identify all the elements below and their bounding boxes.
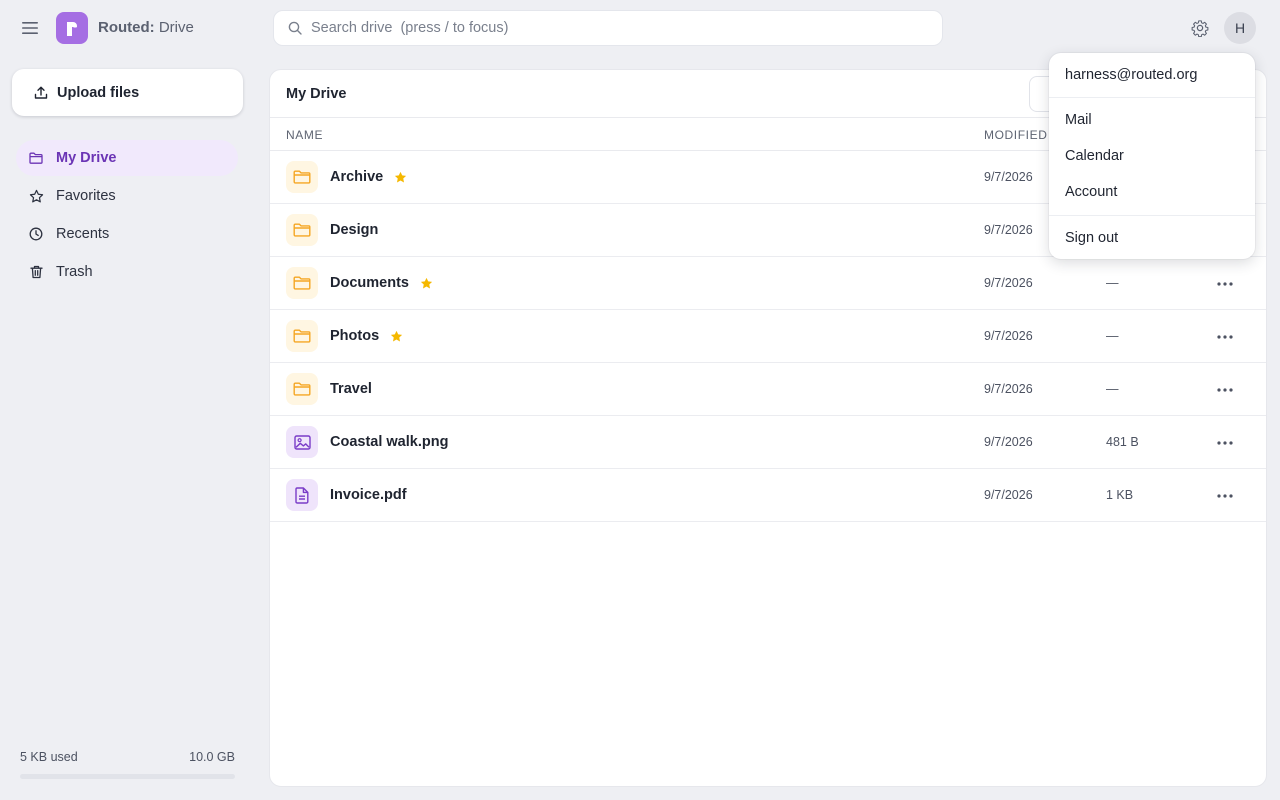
upload-icon: [34, 86, 48, 100]
more-options-icon[interactable]: [1210, 484, 1240, 508]
menu-item-calendar[interactable]: Calendar: [1049, 138, 1255, 174]
menu-item-sign-out[interactable]: Sign out: [1049, 220, 1255, 256]
storage-used: 5 KB used: [20, 750, 78, 764]
file-size: 481 B: [1106, 435, 1139, 449]
table-row[interactable]: Documents 9/7/2026 —: [270, 257, 1266, 310]
modified-date: 9/7/2026: [984, 223, 1033, 237]
column-header-name[interactable]: NAME: [286, 128, 323, 142]
app-name: Routed: Drive: [98, 19, 194, 36]
clock-icon: [28, 226, 44, 242]
file-name: Design: [330, 222, 379, 238]
file-size: —: [1106, 382, 1119, 396]
sidebar-item-favorites[interactable]: Favorites: [16, 178, 238, 214]
table-row[interactable]: Invoice.pdf 9/7/2026 1 KB: [270, 469, 1266, 522]
star-icon[interactable]: [394, 171, 407, 184]
search-icon: [288, 21, 302, 35]
folder-icon: [286, 320, 318, 352]
search-input[interactable]: [311, 20, 911, 36]
menu-item-mail[interactable]: Mail: [1049, 102, 1255, 138]
file-name: Photos: [330, 328, 380, 344]
folder-icon: [286, 161, 318, 193]
folder-icon: [286, 373, 318, 405]
image-icon: [286, 426, 318, 458]
upload-files-label: Upload files: [57, 84, 140, 101]
account-menu: harness@routed.org Mail Calendar Account…: [1049, 53, 1255, 259]
file-name: Documents: [330, 275, 409, 291]
storage-meter: 5 KB used 10.0 GB: [20, 750, 235, 779]
file-name: Invoice.pdf: [330, 487, 407, 503]
top-bar: Routed: Drive H: [0, 0, 1280, 56]
sidebar-item-label: My Drive: [56, 150, 117, 166]
modified-date: 9/7/2026: [984, 329, 1033, 343]
sidebar-item-label: Favorites: [56, 188, 116, 204]
sidebar-nav: My Drive Favorites Recents Trash: [16, 140, 238, 292]
folder-icon: [286, 267, 318, 299]
page-title: My Drive: [286, 86, 347, 102]
storage-bar: [20, 774, 235, 779]
trash-icon: [28, 264, 44, 280]
table-row[interactable]: Photos 9/7/2026 —: [270, 310, 1266, 363]
storage-total: 10.0 GB: [189, 750, 235, 764]
modified-date: 9/7/2026: [984, 382, 1033, 396]
more-options-icon[interactable]: [1210, 325, 1240, 349]
file-name: Coastal walk.png: [330, 434, 449, 450]
sidebar-item-my-drive[interactable]: My Drive: [16, 140, 238, 176]
star-icon[interactable]: [390, 330, 403, 343]
folder-icon: [28, 150, 44, 166]
star-icon[interactable]: [420, 277, 433, 290]
sidebar-item-trash[interactable]: Trash: [16, 254, 238, 290]
gear-icon[interactable]: [1188, 16, 1212, 40]
file-name: Travel: [330, 381, 372, 397]
menu-icon[interactable]: [18, 16, 42, 40]
modified-date: 9/7/2026: [984, 276, 1033, 290]
file-size: —: [1106, 329, 1119, 343]
account-email: harness@routed.org: [1049, 53, 1255, 98]
table-row[interactable]: Travel 9/7/2026 —: [270, 363, 1266, 416]
avatar[interactable]: H: [1224, 12, 1256, 44]
menu-divider: [1049, 215, 1255, 216]
folder-icon: [286, 214, 318, 246]
modified-date: 9/7/2026: [984, 435, 1033, 449]
search-bar[interactable]: [273, 10, 943, 46]
file-size: —: [1106, 276, 1119, 290]
more-options-icon[interactable]: [1210, 378, 1240, 402]
star-icon: [28, 188, 44, 204]
sidebar-item-label: Recents: [56, 226, 110, 242]
column-header-modified[interactable]: MODIFIED: [984, 128, 1047, 142]
more-options-icon[interactable]: [1210, 431, 1240, 455]
app-logo[interactable]: [56, 12, 88, 44]
upload-files-button[interactable]: Upload files: [12, 69, 243, 116]
more-options-icon[interactable]: [1210, 272, 1240, 296]
modified-date: 9/7/2026: [984, 170, 1033, 184]
sidebar-item-label: Trash: [56, 264, 93, 280]
document-icon: [286, 479, 318, 511]
modified-date: 9/7/2026: [984, 488, 1033, 502]
file-name: Archive: [330, 169, 384, 185]
table-row[interactable]: Coastal walk.png 9/7/2026 481 B: [270, 416, 1266, 469]
sidebar-item-recents[interactable]: Recents: [16, 216, 238, 252]
menu-item-account[interactable]: Account: [1049, 174, 1255, 210]
file-size: 1 KB: [1106, 488, 1134, 502]
